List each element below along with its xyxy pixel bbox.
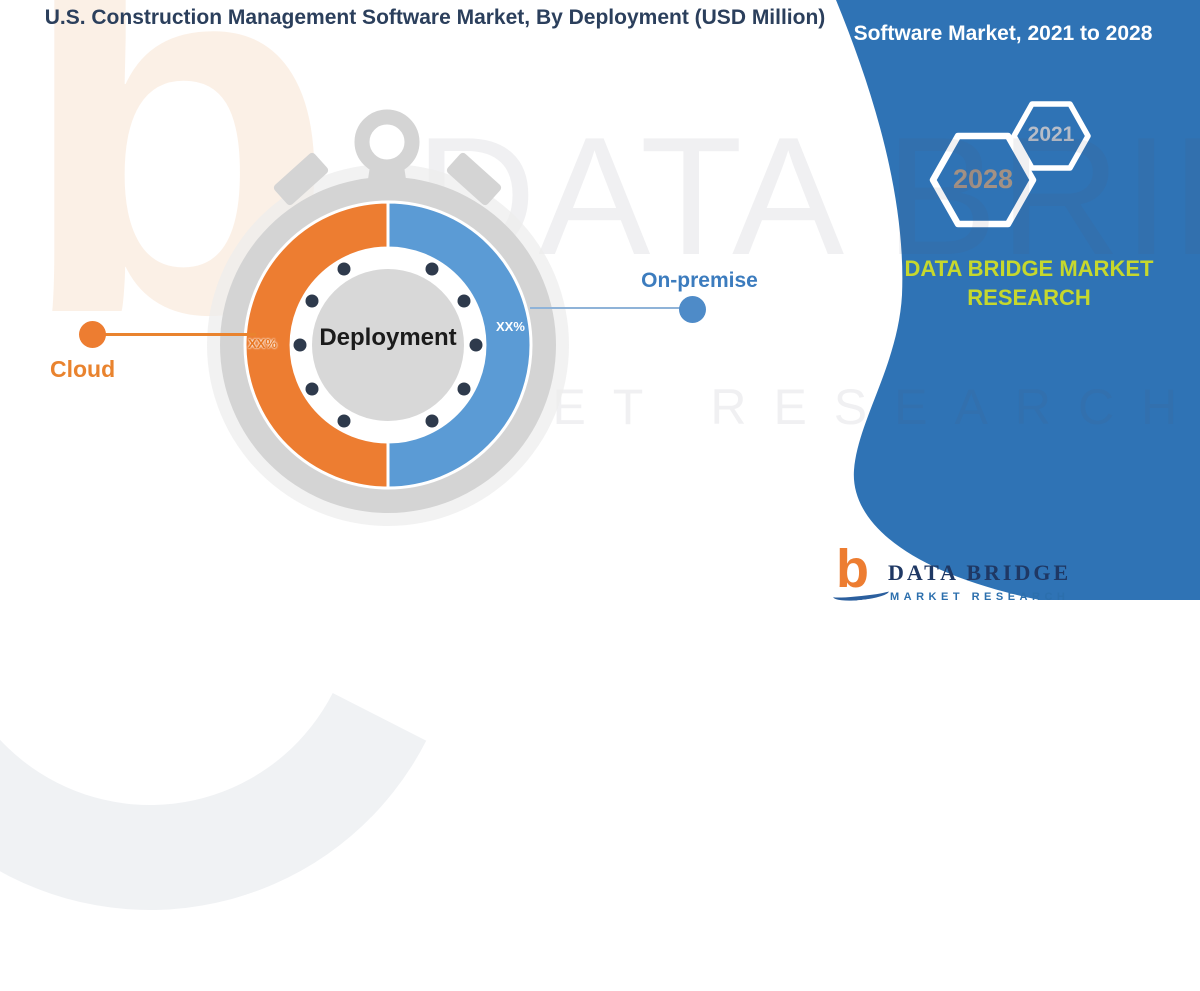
- logo-company-name: DATA BRIDGE: [888, 560, 1071, 586]
- cloud-value-label: XX%: [248, 336, 277, 351]
- watch-crown-ring-icon: [362, 117, 412, 167]
- infographic-page: { "title": "U.S. Construction Management…: [0, 0, 1200, 600]
- on-premise-legend-label[interactable]: On-premise: [612, 269, 787, 293]
- page-title: U.S. Construction Management Software Ma…: [40, 4, 830, 32]
- stopwatch-donut-chart: [0, 0, 1200, 600]
- cloud-leader-line: [103, 333, 256, 336]
- logo-company-subtitle: MARKET RESEARCH: [890, 591, 1069, 603]
- on-premise-value-label: XX%: [496, 319, 525, 334]
- cloud-legend-label[interactable]: Cloud: [50, 356, 115, 383]
- chart-center-label: Deployment: [288, 324, 488, 352]
- cloud-dot-icon: [79, 321, 106, 348]
- on-premise-dot-icon: [679, 296, 706, 323]
- on-premise-leader-line: [530, 307, 686, 309]
